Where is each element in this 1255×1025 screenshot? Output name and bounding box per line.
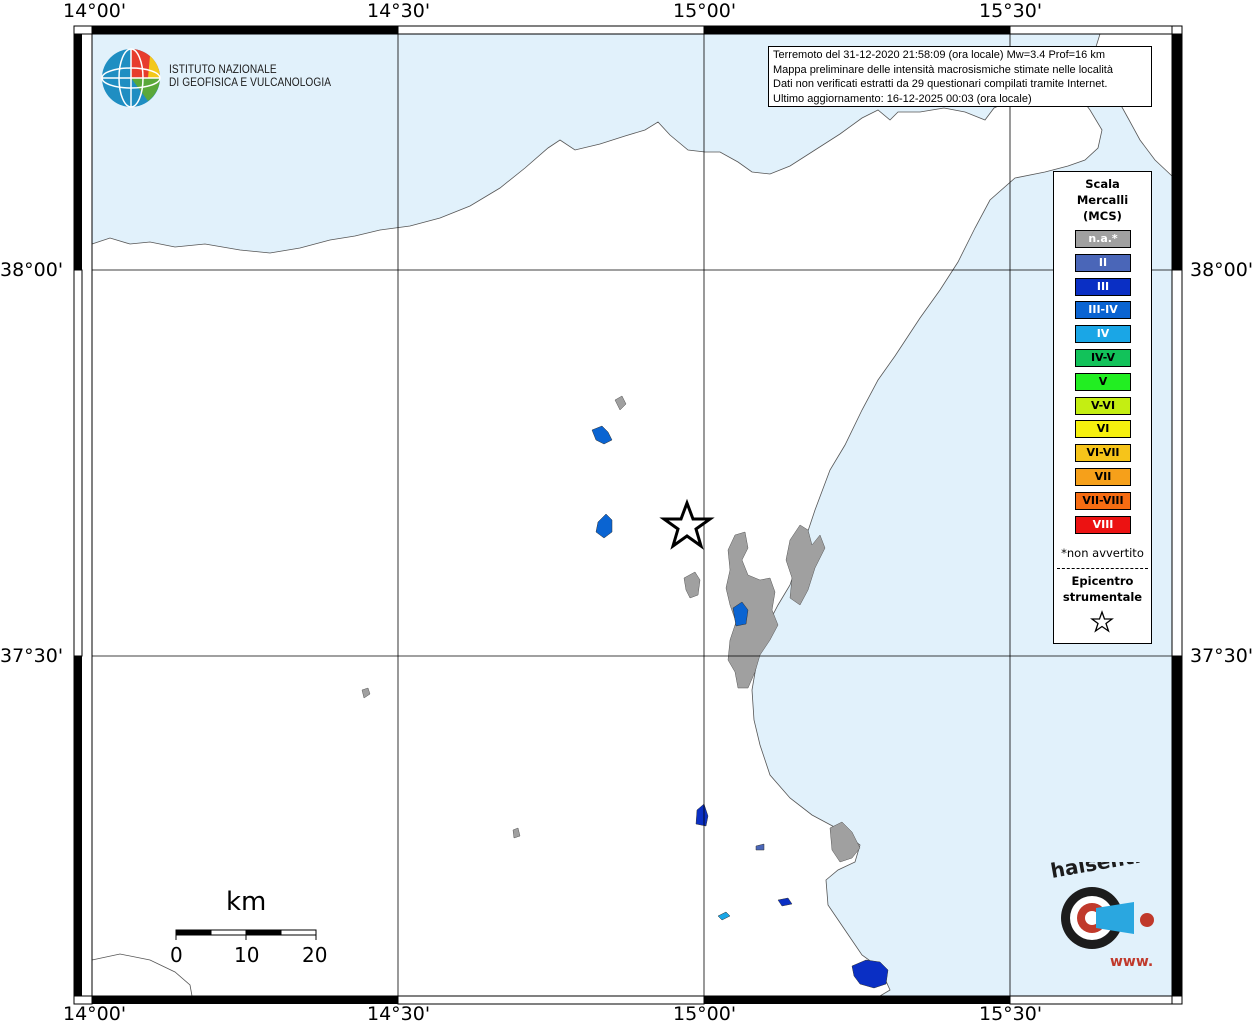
haisentito-logo-icon: haisentitoilterremoto.it www.: [1049, 862, 1162, 970]
ingv-logo-text: ISTITUTO NAZIONALE DI GEOFISICA E VULCAN…: [169, 64, 331, 90]
legend-swatch-vi-vii: VI-VII: [1075, 444, 1131, 463]
info-line-map: Mappa preliminare delle intensità macros…: [773, 63, 1113, 76]
logo-line1: ISTITUTO NAZIONALE: [169, 64, 277, 76]
legend-swatch-v-vi: V-VI: [1075, 396, 1131, 415]
hs-logo-url: www.: [1110, 954, 1153, 970]
info-line-event: Terremoto del 31-12-2020 21:58:09 (ora l…: [773, 49, 1106, 61]
legend-swatch-iii-iv: III-IV: [1075, 301, 1131, 320]
lon-label-bottom-4: 15°30': [979, 1003, 1043, 1025]
scalebar-tick-0: 0: [170, 943, 183, 967]
scalebar-unit: km: [226, 887, 267, 917]
legend-swatch-iv-v: IV-V: [1075, 348, 1131, 367]
scalebar-tick-10: 10: [234, 943, 260, 967]
legend-swatch-n-a-: n.a.*: [1075, 230, 1131, 248]
ingv-logo-icon: [101, 48, 161, 108]
earthquake-info-box: Terremoto del 31-12-2020 21:58:09 (ora l…: [768, 46, 1152, 107]
legend-swatch-v: V: [1075, 372, 1131, 391]
lon-label-top-2: 14°30': [367, 0, 431, 22]
legend-swatch-ii: II: [1075, 253, 1131, 272]
lon-label-top-1: 14°00': [63, 0, 127, 22]
legend-epicenter-line1: Epicentro: [1071, 574, 1134, 588]
legend-swatch-list: n.a.* II III III-IV IV IV-V V V-VI VI VI-VII VII VI…: [1075, 230, 1131, 539]
legend-title-line2: Mercalli: [1076, 193, 1129, 207]
legend-swatch-vi: VI: [1075, 420, 1131, 439]
lon-label-bottom-1: 14°00': [63, 1003, 127, 1025]
lon-label-top-3: 15°00': [673, 0, 737, 22]
lon-label-top-4: 15°30': [979, 0, 1043, 22]
mcs-legend: Scala Mercalli (MCS) n.a.* II III III-IV IV I…: [1053, 171, 1152, 644]
scalebar-tick-20: 20: [302, 943, 328, 967]
lon-label-bottom-2: 14°30': [367, 1003, 431, 1025]
legend-divider: [1057, 568, 1148, 569]
lat-label-right-1: 38°00': [1190, 259, 1254, 281]
legend-title: Scala Mercalli (MCS): [1054, 176, 1151, 224]
legend-swatch-viii: VIII: [1075, 515, 1131, 534]
lat-label-left-2: 37°30': [0, 645, 64, 667]
lat-label-right-2: 37°30': [1190, 645, 1254, 667]
legend-star-icon: [1090, 610, 1114, 633]
hs-logo-site: haisentitoilterremoto.it: [1049, 862, 1162, 883]
lon-label-bottom-3: 15°00': [673, 1003, 737, 1025]
legend-swatch-vii: VII: [1075, 467, 1131, 486]
legend-title-line3: (MCS): [1083, 209, 1122, 223]
legend-swatch-vii-viii: VII-VIII: [1075, 491, 1131, 510]
legend-title-line1: Scala: [1085, 177, 1120, 191]
legend-swatch-iv: IV: [1075, 325, 1131, 344]
lat-label-left-1: 38°00': [0, 259, 64, 281]
legend-note: *non avvertito: [1061, 546, 1144, 560]
logo-line2: DI GEOFISICA E VULCANOLOGIA: [169, 77, 332, 89]
legend-epicenter-line2: strumentale: [1062, 590, 1143, 604]
info-line-updated: Ultimo aggiornamento: 16-12-2025 00:03 (…: [773, 92, 1032, 105]
info-line-data: Dati non verificati estratti da 29 quest…: [773, 78, 1108, 90]
legend-epicenter-label: Epicentro strumentale: [1054, 573, 1151, 605]
legend-swatch-iii: III: [1075, 277, 1131, 296]
